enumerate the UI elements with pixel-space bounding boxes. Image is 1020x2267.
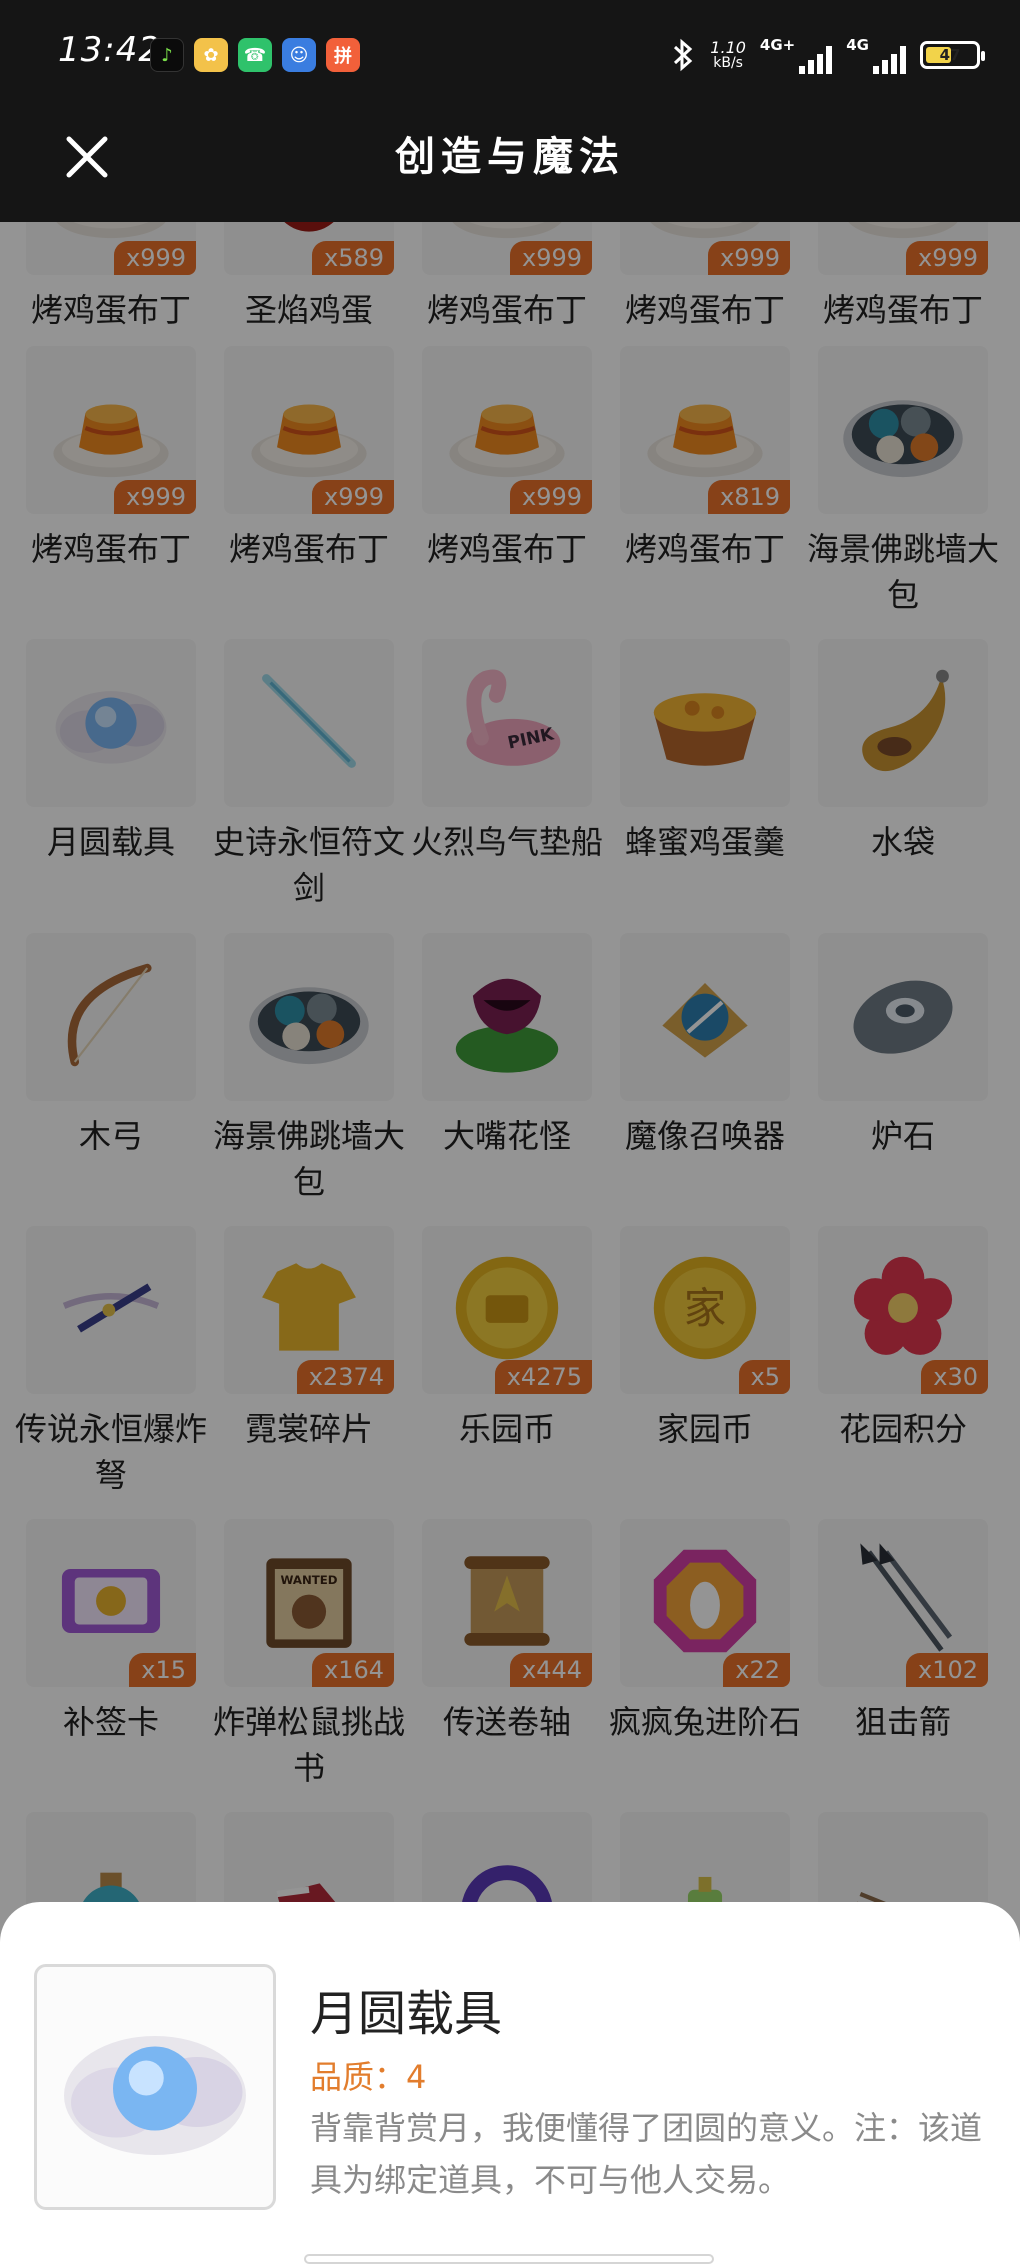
- sim1-signal: 4G+: [759, 36, 833, 74]
- sheet-handle[interactable]: [304, 2254, 714, 2264]
- finder-app-icon: ☺: [282, 38, 316, 72]
- system-indicators: 1.10 kB/s 4G+ 4G 47: [670, 30, 985, 80]
- page-title: 创造与魔法: [395, 133, 625, 180]
- moon-orb-icon: [50, 1980, 260, 2194]
- detail-item-quality: 品质：4: [310, 2058, 427, 2096]
- bluetooth-icon: [674, 38, 693, 72]
- sim2-signal: 4G: [846, 36, 906, 74]
- detail-item-image: [34, 1964, 276, 2210]
- music-app-icon: ♪: [150, 38, 184, 72]
- network-speed-unit: kB/s: [713, 55, 743, 71]
- detail-item-description: 背靠背赏月，我便懂得了团圆的意义。注：该道具为绑定道具，不可与他人交易。: [310, 2109, 983, 2199]
- status-bar: 13:42 ♪ ✿ ☎ ☺ 拼 1.10 kB/s 4G+ 4G 47: [0, 0, 1020, 110]
- detail-item-name: 月圆载具: [310, 1986, 503, 2042]
- item-detail-sheet: 月圆载具 品质：4 背靠背赏月，我便懂得了团圆的意义。注：该道具为绑定道具，不可…: [0, 1902, 1020, 2267]
- page-header: 创造与魔法: [0, 110, 1020, 222]
- sim1-bars-icon: [799, 44, 833, 74]
- sim2-bars-icon: [873, 44, 906, 74]
- network-speed-value: 1.10: [710, 38, 746, 57]
- sim1-label: 4G+: [759, 36, 796, 54]
- sim2-label: 4G: [846, 36, 869, 54]
- battery-level: 47: [939, 46, 961, 64]
- phone-app-icon: ☎: [238, 38, 272, 72]
- photos-app-icon: ✿: [194, 38, 228, 72]
- network-speed: 1.10 kB/s: [710, 38, 746, 71]
- battery-icon: 47: [920, 41, 985, 69]
- shopping-app-icon: 拼: [326, 38, 360, 72]
- status-time: 13:42: [58, 30, 161, 70]
- app-root: 13:42 ♪ ✿ ☎ ☺ 拼 1.10 kB/s 4G+ 4G 47 创造与魔…: [0, 0, 1020, 2267]
- notification-icons: ♪ ✿ ☎ ☺ 拼: [150, 38, 360, 72]
